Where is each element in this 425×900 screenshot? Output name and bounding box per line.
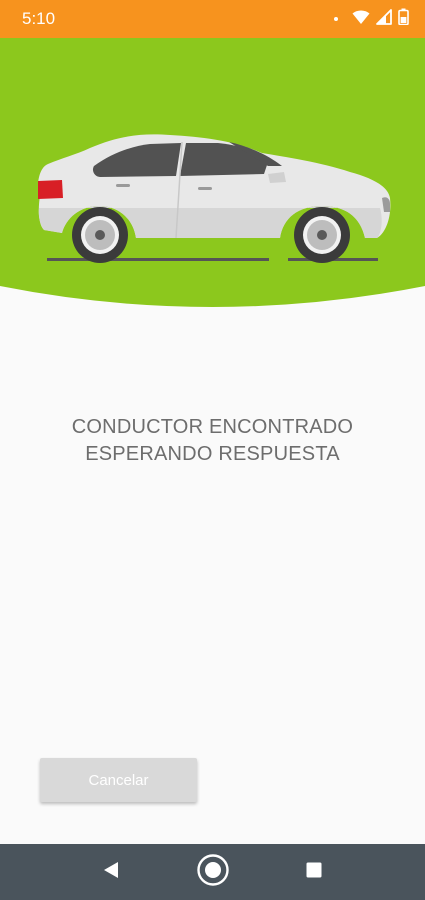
home-icon bbox=[196, 853, 230, 892]
wifi-icon bbox=[352, 9, 370, 30]
back-icon bbox=[101, 860, 121, 885]
message-line-2: ESPERANDO RESPUESTA bbox=[85, 443, 340, 465]
navigation-bar bbox=[0, 844, 425, 900]
notification-dot-icon bbox=[334, 17, 338, 21]
cell-signal-icon bbox=[376, 8, 392, 30]
cancel-button[interactable]: Cancelar bbox=[40, 758, 197, 802]
status-bar: 5:10 bbox=[0, 0, 425, 38]
battery-icon bbox=[398, 8, 409, 30]
recents-icon bbox=[305, 861, 323, 884]
hero-banner bbox=[0, 38, 425, 313]
home-button[interactable] bbox=[183, 844, 243, 900]
message-line-1: CONDUCTOR ENCONTRADO bbox=[71, 416, 354, 438]
recents-button[interactable] bbox=[284, 844, 344, 900]
hero-background bbox=[0, 38, 425, 307]
status-icons bbox=[334, 8, 409, 30]
status-time: 5:10 bbox=[22, 9, 56, 28]
status-message: CONDUCTOR ENCONTRADO ESPERANDO RESPUESTA bbox=[0, 414, 425, 468]
back-button[interactable] bbox=[81, 844, 141, 900]
